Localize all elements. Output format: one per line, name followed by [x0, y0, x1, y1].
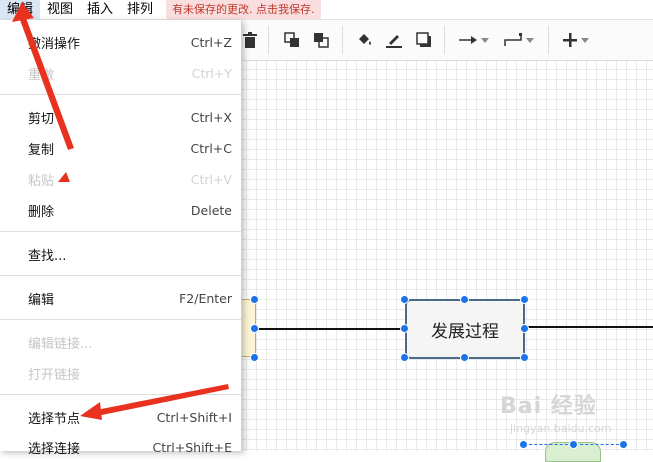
fill-color-icon[interactable]: [356, 29, 374, 51]
insert-icon[interactable]: [560, 29, 592, 51]
waypoints-icon[interactable]: [502, 29, 536, 51]
delete-icon[interactable]: [242, 29, 258, 51]
menu-item-shortcut: Delete: [190, 202, 232, 218]
menu-item-label: 删除: [28, 204, 55, 220]
unsaved-changes-notice[interactable]: 有未保存的更改. 点击我保存.: [166, 0, 321, 19]
menu-edit[interactable]: 编辑: [0, 0, 41, 19]
menu-item-shortcut: Ctrl+C: [190, 140, 232, 156]
menu-item-label: 撤消操作: [28, 36, 81, 52]
menu-item-edit[interactable]: 编辑 F2/Enter: [0, 287, 241, 309]
menu-item-shortcut: Ctrl+Z: [190, 34, 232, 50]
menu-item-label: 剪切: [28, 111, 55, 127]
resize-handle[interactable]: [400, 295, 409, 304]
menu-item-shortcut: Ctrl+V: [190, 171, 232, 187]
menu-item-cut[interactable]: 剪切 Ctrl+X: [0, 106, 241, 128]
resize-handle[interactable]: [250, 324, 259, 333]
menu-item-copy[interactable]: 复制 Ctrl+C: [0, 137, 241, 159]
menu-item-label: 打开链接: [28, 367, 81, 383]
toolbar-separator: [444, 26, 445, 54]
menu-item-select-vertices[interactable]: 选择节点 Ctrl+Shift+I: [0, 406, 241, 428]
menu-item-label: 选择连接: [28, 441, 81, 457]
menu-item-label: 复制: [28, 142, 55, 158]
menu-separator: [0, 94, 241, 95]
resize-handle[interactable]: [520, 324, 529, 333]
resize-handle[interactable]: [460, 353, 469, 362]
connector-line[interactable]: [526, 326, 653, 328]
menu-item-label: 重做: [28, 67, 55, 83]
menu-item-edit-link: 编辑链接...: [0, 331, 241, 353]
menu-view[interactable]: 视图: [40, 0, 80, 19]
toolbar-separator: [342, 26, 343, 54]
to-front-icon[interactable]: [284, 29, 300, 51]
watermark-url: jingyan.baidu.com: [510, 422, 612, 435]
connector-line[interactable]: [258, 328, 404, 330]
menu-item-shortcut: Ctrl+Y: [191, 65, 232, 81]
menu-item-label: 编辑链接...: [28, 336, 93, 352]
menu-item-shortcut: Ctrl+Shift+E: [152, 439, 233, 455]
menu-item-label: 编辑: [28, 292, 55, 308]
menu-item-delete[interactable]: 删除 Delete: [0, 199, 241, 221]
menu-item-select-edges[interactable]: 选择连接 Ctrl+Shift+E: [0, 436, 241, 458]
menubar: 编辑 视图 插入 排列 有未保存的更改. 点击我保存.: [0, 0, 653, 20]
line-color-icon[interactable]: [385, 29, 403, 51]
connection-icon[interactable]: [458, 29, 490, 51]
resize-handle[interactable]: [400, 324, 409, 333]
to-back-icon[interactable]: [313, 29, 329, 51]
edit-menu-dropdown: 撤消操作 Ctrl+Z 重做 Ctrl+Y 剪切 Ctrl+X 复制 Ctrl+…: [0, 20, 242, 457]
menu-item-find[interactable]: 查找...: [0, 243, 241, 265]
watermark-text: Bai 经验: [500, 394, 597, 419]
menu-separator: [0, 394, 241, 395]
menu-separator: [0, 231, 241, 232]
menu-item-shortcut: F2/Enter: [179, 290, 232, 306]
toolbar-separator: [268, 26, 269, 54]
menu-item-redo: 重做 Ctrl+Y: [0, 62, 241, 84]
resize-handle[interactable]: [250, 353, 259, 362]
menu-separator: [0, 275, 241, 276]
process-node[interactable]: 发展过程: [405, 299, 525, 359]
menu-item-undo[interactable]: 撤消操作 Ctrl+Z: [0, 31, 241, 53]
menu-insert[interactable]: 插入: [80, 0, 120, 19]
resize-handle[interactable]: [400, 353, 409, 362]
watermark: Bai 经验 jingyan.baidu.com: [500, 378, 640, 448]
resize-handle[interactable]: [250, 295, 259, 304]
menu-item-shortcut: Ctrl+Shift+I: [156, 409, 232, 425]
shadow-icon[interactable]: [416, 29, 432, 51]
menu-item-label: 查找...: [28, 248, 67, 264]
menu-item-open-link: 打开链接: [0, 362, 241, 384]
menu-item-label: 选择节点: [28, 411, 81, 427]
node-label: 发展过程: [431, 321, 499, 342]
resize-handle[interactable]: [520, 295, 529, 304]
resize-handle[interactable]: [460, 295, 469, 304]
resize-handle[interactable]: [520, 353, 529, 362]
menu-arrange[interactable]: 排列: [120, 0, 160, 19]
toolbar-separator: [548, 26, 549, 54]
menu-item-shortcut: Ctrl+X: [190, 109, 232, 125]
menu-separator: [0, 319, 241, 320]
menu-item-paste: 粘贴 Ctrl+V: [0, 168, 241, 190]
menu-item-label: 粘贴: [28, 173, 55, 189]
